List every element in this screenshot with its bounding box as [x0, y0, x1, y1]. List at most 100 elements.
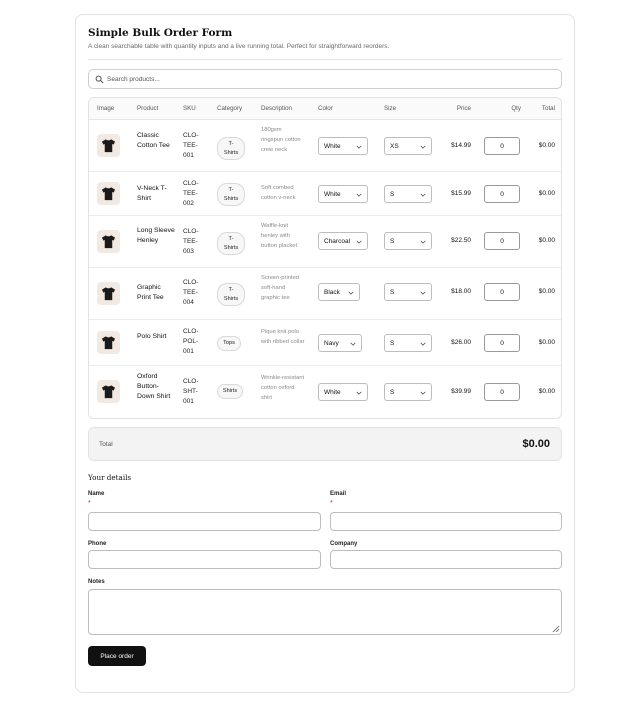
- size-select[interactable]: S: [384, 334, 432, 352]
- header-total: Total: [541, 105, 555, 112]
- unit-price: $18.00: [451, 288, 471, 295]
- company-label: Company: [330, 541, 358, 547]
- product-description: Soft combed cotton v-neck: [261, 185, 296, 201]
- quantity-input[interactable]: [484, 334, 520, 352]
- product-name: Polo Shirt: [137, 333, 167, 340]
- product-sku: CLO-TEE-002: [183, 180, 199, 207]
- place-order-button[interactable]: Place order: [88, 646, 146, 666]
- chevron-down-icon: [356, 240, 362, 244]
- color-select[interactable]: Navy: [318, 334, 362, 352]
- product-sku: CLO-TEE-004: [183, 279, 199, 306]
- chevron-down-icon: [356, 391, 362, 395]
- unit-price: $39.99: [451, 388, 471, 395]
- tshirt-icon: [101, 385, 116, 399]
- table-row: Classic Cotton Tee CLO-TEE-001 T-Shirts …: [89, 120, 561, 172]
- products-table: Image Product SKU Category Description C…: [88, 97, 562, 419]
- notes-textarea[interactable]: [88, 589, 562, 635]
- total-value: $0.00: [522, 438, 550, 450]
- unit-price: $26.00: [451, 339, 471, 346]
- search-input[interactable]: [107, 73, 547, 86]
- phone-field[interactable]: [88, 550, 321, 569]
- tshirt-icon: [101, 336, 116, 350]
- unit-price: $15.99: [451, 190, 471, 197]
- color-select[interactable]: Black: [318, 283, 360, 301]
- details-heading: Your details: [88, 473, 132, 482]
- product-sku: CLO-POL-001: [183, 328, 199, 355]
- category-badge: T-Shirts: [217, 183, 245, 206]
- chevron-down-icon: [350, 342, 356, 346]
- color-select[interactable]: Charcoal: [318, 232, 368, 250]
- resize-grip-icon[interactable]: [552, 625, 560, 633]
- size-select-value: XS: [390, 143, 399, 150]
- email-field[interactable]: [330, 512, 562, 531]
- quantity-input[interactable]: [484, 232, 520, 250]
- product-thumbnail: [97, 230, 120, 253]
- color-select[interactable]: White: [318, 185, 368, 203]
- product-thumbnail: [97, 380, 120, 403]
- order-form-card: Simple Bulk Order Form A clean searchabl…: [75, 14, 575, 693]
- size-select[interactable]: XS: [384, 137, 432, 155]
- category-badge: T-Shirts: [217, 137, 245, 160]
- form-title: Simple Bulk Order Form: [88, 27, 233, 39]
- quantity-input[interactable]: [484, 137, 520, 155]
- chevron-down-icon: [420, 391, 426, 395]
- chevron-down-icon: [420, 145, 426, 149]
- size-select[interactable]: S: [384, 383, 432, 401]
- unit-price: $14.99: [451, 142, 471, 149]
- title-divider: [88, 59, 562, 60]
- total-label: Total: [99, 441, 113, 448]
- line-total: $0.00: [538, 142, 555, 149]
- size-select-value: S: [390, 389, 395, 396]
- chevron-down-icon: [420, 240, 426, 244]
- unit-price: $22.50: [451, 237, 471, 244]
- color-select-value: Charcoal: [324, 238, 351, 245]
- color-select-value: Black: [324, 289, 340, 296]
- line-total: $0.00: [538, 190, 555, 197]
- chevron-down-icon: [420, 291, 426, 295]
- table-row: Long Sleeve Henley CLO-TEE-003 T-Shirts …: [89, 216, 561, 268]
- product-sku: CLO-SHT-001: [183, 378, 199, 405]
- order-total-bar: Total $0.00: [88, 427, 562, 461]
- email-required-mark: *: [330, 500, 333, 507]
- line-total: $0.00: [538, 339, 555, 346]
- header-color: Color: [318, 105, 333, 112]
- tshirt-icon: [101, 235, 116, 249]
- size-select-value: S: [390, 191, 395, 198]
- notes-label: Notes: [88, 579, 105, 585]
- quantity-input[interactable]: [484, 185, 520, 203]
- size-select[interactable]: S: [384, 232, 432, 250]
- header-qty: Qty: [511, 105, 521, 112]
- product-name: V-Neck T-Shirt: [137, 185, 167, 202]
- color-select[interactable]: White: [318, 383, 368, 401]
- product-name: Oxford Button-Down Shirt: [137, 373, 171, 400]
- size-select-value: S: [390, 340, 395, 347]
- table-row: V-Neck T-Shirt CLO-TEE-002 T-Shirts Soft…: [89, 172, 561, 216]
- email-label: Email: [330, 491, 347, 497]
- size-select[interactable]: S: [384, 185, 432, 203]
- name-field[interactable]: [88, 512, 321, 531]
- product-description: 180gsm ringspun cotton crew neck: [261, 127, 301, 153]
- category-badge: T-Shirts: [217, 283, 245, 306]
- table-row: Graphic Print Tee CLO-TEE-004 T-Shirts S…: [89, 268, 561, 320]
- size-select[interactable]: S: [384, 283, 432, 301]
- product-thumbnail: [97, 282, 120, 305]
- chevron-down-icon: [356, 193, 362, 197]
- line-total: $0.00: [538, 288, 555, 295]
- company-field[interactable]: [330, 550, 562, 569]
- search-box[interactable]: [88, 69, 562, 89]
- tshirt-icon: [101, 139, 116, 153]
- product-name: Classic Cotton Tee: [137, 132, 170, 149]
- quantity-input[interactable]: [484, 283, 520, 301]
- chevron-down-icon: [348, 291, 354, 295]
- line-total: $0.00: [538, 237, 555, 244]
- product-thumbnail: [97, 134, 120, 157]
- quantity-input[interactable]: [484, 383, 520, 401]
- product-name: Graphic Print Tee: [137, 284, 164, 301]
- color-select-value: Navy: [324, 340, 339, 347]
- color-select[interactable]: White: [318, 137, 368, 155]
- color-select-value: White: [324, 143, 341, 150]
- chevron-down-icon: [420, 193, 426, 197]
- product-name: Long Sleeve Henley: [137, 227, 175, 244]
- product-thumbnail: [97, 331, 120, 354]
- size-select-value: S: [390, 289, 395, 296]
